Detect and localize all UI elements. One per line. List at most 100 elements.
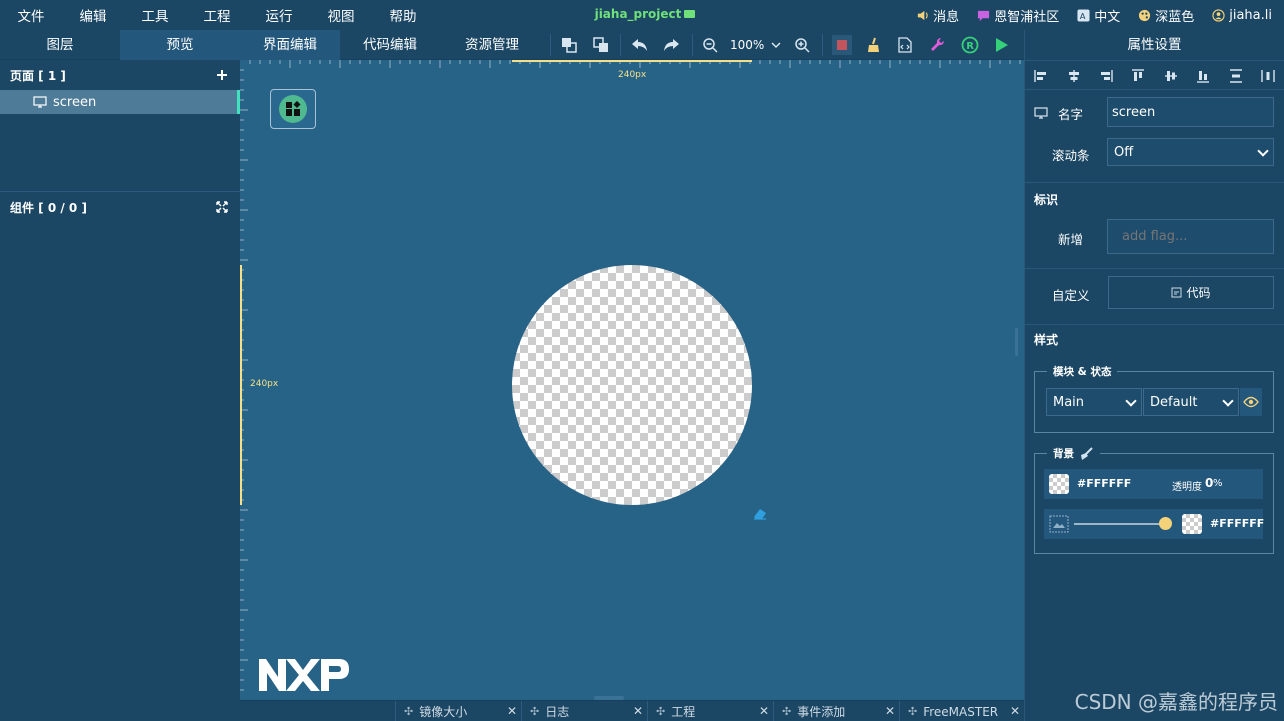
ruler-left-label: 240px — [250, 379, 279, 389]
eye-icon — [1243, 396, 1259, 408]
align-center-v-icon[interactable] — [1164, 69, 1178, 83]
zoom-in-icon[interactable] — [792, 35, 812, 55]
background-legend: 背景 — [1047, 446, 1100, 461]
theme-button[interactable]: 深蓝色 — [1138, 6, 1194, 25]
tab-event-add[interactable]: ✣ 事件添加 ✕ — [773, 701, 899, 721]
plus-icon[interactable] — [216, 69, 228, 81]
align-right-icon[interactable] — [1099, 69, 1113, 83]
palette-icon — [1139, 9, 1151, 21]
tab-preview[interactable]: 预览 — [120, 30, 240, 60]
menu-help[interactable]: 帮助 — [372, 5, 434, 25]
theme-label: 深蓝色 — [1155, 9, 1195, 25]
eraser-icon[interactable] — [752, 505, 768, 521]
close-icon[interactable]: ✕ — [1010, 704, 1020, 718]
register-icon[interactable]: R — [960, 35, 980, 55]
bring-front-icon[interactable] — [559, 35, 579, 55]
move-icon: ✣ — [908, 705, 918, 718]
tab-layers[interactable]: 图层 — [0, 30, 120, 60]
zoom-level[interactable]: 100% — [730, 38, 764, 52]
chevron-down-icon[interactable] — [766, 35, 786, 55]
visibility-toggle[interactable] — [1240, 388, 1262, 416]
menu-project[interactable]: 工程 — [186, 5, 248, 25]
language-button[interactable]: A 中文 — [1077, 6, 1120, 25]
custom-label: 自定义 — [1052, 288, 1090, 303]
distribute-v-icon[interactable] — [1229, 69, 1243, 83]
bg-image-row: #FFFFFF — [1044, 509, 1264, 539]
recolor-swatch[interactable] — [1182, 514, 1202, 534]
close-icon[interactable]: ✕ — [633, 704, 643, 718]
recolor-slider-thumb[interactable] — [1159, 517, 1172, 530]
part-state-group: 模块 & 状态 Main Default — [1034, 364, 1274, 433]
page-list-item[interactable]: screen — [0, 90, 240, 114]
messages-button[interactable]: 消息 — [916, 6, 959, 25]
community-button[interactable]: 恩智浦社区 — [977, 6, 1059, 25]
menu-tools[interactable]: 工具 — [124, 5, 186, 25]
close-icon[interactable]: ✕ — [507, 704, 517, 718]
user-icon — [1212, 8, 1225, 22]
add-flag-label: 新增 — [1058, 232, 1084, 247]
widget-toggle-button[interactable] — [270, 89, 316, 129]
close-icon[interactable]: ✕ — [885, 704, 895, 718]
brush-icon[interactable] — [1078, 446, 1094, 461]
bg-color-swatch[interactable] — [1049, 474, 1069, 494]
tab-log[interactable]: ✣ 日志 ✕ — [521, 701, 647, 721]
bg-color-row: #FFFFFF 透明度 0 % — [1044, 469, 1263, 499]
bg-color-value[interactable]: #FFFFFF — [1077, 477, 1131, 490]
menu-view[interactable]: 视图 — [310, 5, 372, 25]
scrollbar-select[interactable]: Off — [1107, 138, 1274, 166]
opacity-label: 透明度 — [1172, 482, 1202, 493]
menubar-right: 消息 恩智浦社区 A 中文 深蓝色 jiaha.li — [916, 0, 1272, 30]
vertical-scroll-handle[interactable] — [1015, 328, 1018, 356]
menu-run[interactable]: 运行 — [248, 5, 310, 25]
tab-image-size[interactable]: ✣ 镜像大小 ✕ — [395, 701, 521, 721]
screen-preview-circle[interactable] — [512, 265, 752, 505]
monitor-icon — [1034, 107, 1048, 119]
align-bottom-icon[interactable] — [1196, 69, 1210, 83]
tab-resource-manager[interactable]: 资源管理 — [440, 30, 544, 60]
code-file-icon[interactable] — [895, 35, 915, 55]
toolbar-separator — [822, 34, 823, 56]
menu-file[interactable]: 文件 — [0, 5, 62, 25]
align-top-icon[interactable] — [1131, 69, 1145, 83]
part-state-legend: 模块 & 状态 — [1047, 364, 1118, 379]
recolor-slider-track[interactable] — [1074, 523, 1166, 525]
code-button-label: 代码 — [1186, 286, 1211, 300]
part-select[interactable]: Main — [1046, 388, 1142, 416]
state-select-value: Default — [1150, 394, 1198, 410]
state-select[interactable]: Default — [1143, 388, 1239, 416]
tab-freemaster[interactable]: ✣ FreeMASTER ✕ — [899, 701, 1024, 721]
broom-icon[interactable] — [864, 35, 884, 55]
close-icon[interactable]: ✕ — [759, 704, 769, 718]
project-title: jiaha_project — [580, 7, 710, 21]
translate-icon: A — [1077, 8, 1090, 22]
zoom-out-icon[interactable] — [700, 35, 720, 55]
undo-icon[interactable] — [630, 35, 650, 55]
user-button[interactable]: jiaha.li — [1212, 8, 1272, 23]
align-center-h-icon[interactable] — [1067, 69, 1081, 83]
recolor-value[interactable]: #FFFFFF — [1210, 517, 1264, 530]
language-label: 中文 — [1094, 9, 1121, 25]
name-input[interactable] — [1107, 97, 1274, 127]
distribute-h-icon[interactable] — [1261, 69, 1275, 83]
watermark: CSDN @嘉鑫的程序员 — [1074, 690, 1278, 714]
redo-icon[interactable] — [661, 35, 681, 55]
tab-project-label: 工程 — [671, 705, 696, 719]
add-flag-input[interactable] — [1107, 219, 1274, 254]
scrollbar-label: 滚动条 — [1052, 148, 1090, 163]
design-canvas[interactable]: 240px 240px — [240, 60, 1024, 700]
tab-code-editor[interactable]: 代码编辑 — [340, 30, 440, 60]
menu-edit[interactable]: 编辑 — [62, 5, 124, 25]
code-button[interactable]: 代码 — [1108, 276, 1274, 309]
divider — [1025, 182, 1284, 183]
play-icon[interactable] — [991, 35, 1011, 55]
wrench-icon[interactable] — [928, 35, 948, 55]
stop-icon[interactable] — [832, 35, 852, 55]
tab-ui-editor[interactable]: 界面编辑 — [240, 30, 340, 60]
tab-project[interactable]: ✣ 工程 ✕ — [647, 701, 773, 721]
folder-icon — [684, 10, 696, 18]
align-left-icon[interactable] — [1034, 69, 1048, 83]
properties-title: 属性设置 — [1127, 37, 1182, 53]
send-back-icon[interactable] — [591, 35, 611, 55]
image-placeholder-icon[interactable] — [1049, 515, 1069, 533]
expand-icon[interactable] — [216, 201, 228, 213]
